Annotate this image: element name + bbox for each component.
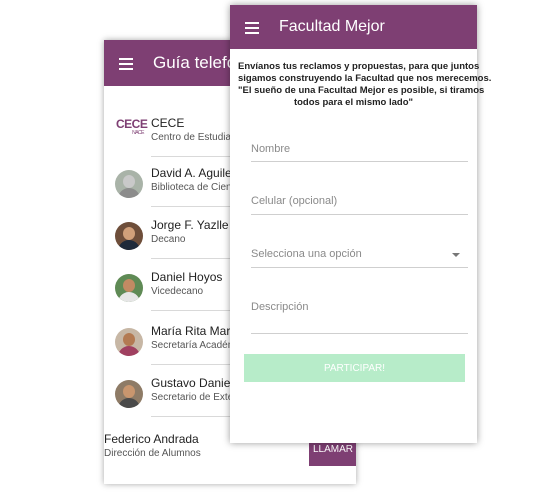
- contact-name: Jorge F. Yazlle: [151, 218, 229, 232]
- contact-role: Decano: [151, 234, 186, 245]
- option-select[interactable]: Selecciona una opción: [251, 248, 468, 272]
- contact-name: Federico Andrada: [104, 432, 199, 446]
- phone-field[interactable]: Celular (opcional): [251, 195, 468, 219]
- contact-role: Secretaría Académ: [151, 340, 237, 351]
- contact-name: CECE: [151, 116, 185, 130]
- contact-name: Daniel Hoyos: [151, 270, 223, 284]
- select-placeholder: Selecciona una opción: [251, 248, 362, 260]
- intro-text: Envíanos tus reclamos y propuestas, para…: [238, 61, 492, 108]
- name-placeholder: Nombre: [251, 143, 291, 155]
- dropdown-arrow-icon: [452, 253, 460, 257]
- contact-name: María Rita Marte: [151, 324, 241, 338]
- description-field[interactable]: Descripción: [251, 301, 468, 337]
- form-app-bar: Facultad Mejor: [230, 5, 477, 49]
- menu-icon[interactable]: [245, 21, 259, 34]
- contact-role: Biblioteca de Cienc: [151, 182, 237, 193]
- cece-logo: CECE NACE: [116, 117, 148, 136]
- avatar: [115, 328, 143, 356]
- avatar: [115, 170, 143, 198]
- contact-role: Vicedecano: [151, 286, 204, 297]
- feedback-form-screen: Facultad Mejor Envíanos tus reclamos y p…: [230, 5, 492, 443]
- contact-role: Secretario de Exter: [151, 392, 237, 403]
- phone-placeholder: Celular (opcional): [251, 195, 338, 207]
- participate-button[interactable]: PARTICIPAR!: [244, 354, 465, 382]
- avatar: [115, 222, 143, 250]
- contact-role: Dirección de Alumnos: [104, 448, 201, 459]
- name-field[interactable]: Nombre: [251, 143, 468, 167]
- description-placeholder: Descripción: [251, 301, 309, 313]
- menu-icon[interactable]: [119, 57, 133, 70]
- contact-name: David A. Aguilera: [151, 166, 243, 180]
- form-title: Facultad Mejor: [279, 18, 385, 35]
- contact-role: Centro de Estudiant: [151, 132, 240, 143]
- avatar: [115, 274, 143, 302]
- avatar: [115, 380, 143, 408]
